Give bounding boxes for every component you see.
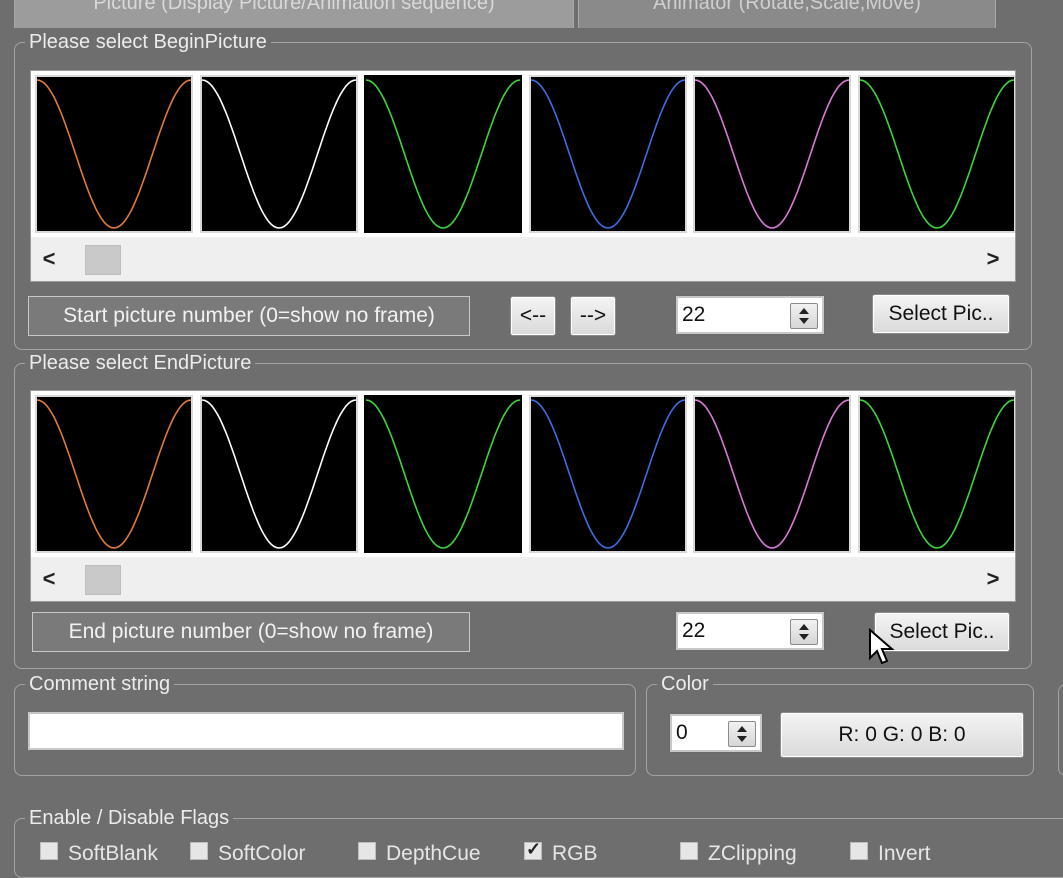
waveform-icon (366, 399, 520, 549)
picture-thumbnail[interactable] (693, 75, 851, 233)
picture-thumbnail[interactable] (364, 395, 522, 553)
begin-scrollbar[interactable]: < > (31, 237, 1015, 281)
waveform-line (530, 399, 685, 549)
color-index-value: 0 (676, 721, 688, 744)
next-picture-button[interactable]: --> (570, 296, 616, 336)
picture-thumbnail[interactable] (199, 395, 358, 553)
picture-thumbnail[interactable] (364, 75, 522, 233)
spin-arrows-icon[interactable] (790, 303, 818, 329)
flag-label: SoftBlank (68, 842, 158, 865)
start-number-stepper[interactable]: 22 (675, 295, 825, 335)
color-legend: Color (657, 672, 713, 696)
tab-animator[interactable]: Animator (Rotate,Scale,Move) (578, 0, 996, 28)
picture-thumbnail[interactable] (693, 395, 851, 553)
waveform-icon (37, 399, 191, 549)
picture-thumbnail[interactable] (35, 75, 193, 233)
waveform-line (695, 399, 849, 549)
flag-checkbox[interactable]: Invert (850, 842, 931, 865)
scroll-left-icon[interactable]: < (35, 245, 63, 273)
flag-checkbox[interactable]: RGB (524, 839, 598, 865)
comment-input[interactable] (28, 712, 624, 750)
end-picture-legend: Please select EndPicture (25, 351, 256, 375)
waveform-icon (695, 399, 849, 549)
checkbox-icon[interactable] (40, 842, 58, 860)
waveform-line (859, 399, 1014, 549)
comment-legend: Comment string (25, 672, 175, 696)
scroll-thumb[interactable] (85, 245, 121, 275)
flag-label: DepthCue (386, 842, 481, 865)
picture-thumbnail[interactable] (857, 395, 1015, 553)
begin-thumbnail-list (31, 71, 1015, 237)
begin-select-pic-button[interactable]: Select Pic.. (872, 294, 1010, 334)
waveform-icon (695, 79, 849, 229)
flag-checkbox[interactable]: SoftColor (190, 842, 306, 865)
mouse-pointer-icon (869, 628, 895, 665)
waveform-icon (530, 79, 685, 229)
rgb-color-button[interactable]: R: 0 G: 0 B: 0 (780, 712, 1024, 758)
waveform-line (37, 79, 191, 229)
start-number-value: 22 (682, 303, 706, 326)
flag-checkbox[interactable]: SoftBlank (40, 842, 158, 865)
end-number-stepper[interactable]: 22 (675, 611, 825, 651)
spin-arrows-icon[interactable] (790, 619, 818, 645)
flag-label: SoftColor (218, 842, 306, 865)
picture-thumbnail[interactable] (857, 75, 1015, 233)
waveform-icon (530, 399, 685, 549)
begin-picture-legend: Please select BeginPicture (25, 30, 271, 54)
waveform-icon (37, 79, 191, 229)
waveform-icon (859, 79, 1014, 229)
waveform-line (530, 79, 685, 229)
color-index-stepper[interactable]: 0 (669, 713, 763, 753)
end-thumbnail-list (31, 391, 1015, 557)
waveform-line (695, 79, 849, 229)
checkbox-icon[interactable] (358, 842, 376, 860)
waveform-icon (859, 399, 1014, 549)
begin-thumbnail-strip: < > (30, 70, 1016, 282)
scroll-right-icon[interactable]: > (979, 245, 1007, 273)
waveform-line (201, 399, 356, 549)
end-scrollbar[interactable]: < > (31, 557, 1015, 601)
picture-thumbnail[interactable] (199, 75, 358, 233)
scroll-right-icon[interactable]: > (979, 565, 1007, 593)
checkbox-icon[interactable] (850, 842, 868, 860)
flag-label: RGB (552, 842, 598, 865)
waveform-icon (366, 79, 520, 229)
flag-label: Invert (878, 842, 931, 865)
partial-group-edge (1058, 684, 1063, 776)
waveform-icon (201, 79, 356, 229)
waveform-icon (201, 399, 356, 549)
scroll-thumb[interactable] (85, 565, 121, 595)
flag-checkbox[interactable]: DepthCue (358, 842, 481, 865)
waveform-line (37, 399, 191, 549)
checkbox-icon[interactable] (190, 842, 208, 860)
checkbox-icon[interactable] (680, 842, 698, 860)
waveform-line (366, 79, 520, 229)
spin-arrows-icon[interactable] (728, 721, 756, 747)
picture-thumbnail[interactable] (528, 395, 687, 553)
tab-strip: Picture (Display Picture/Animation seque… (0, 0, 1063, 30)
tab-picture[interactable]: Picture (Display Picture/Animation seque… (14, 0, 574, 28)
end-number-value: 22 (682, 619, 706, 642)
flag-label: ZClipping (708, 842, 797, 865)
prev-picture-button[interactable]: <-- (510, 296, 556, 336)
start-number-label: Start picture number (0=show no frame) (28, 296, 470, 336)
checkbox-icon[interactable] (524, 839, 542, 860)
scroll-left-icon[interactable]: < (35, 565, 63, 593)
end-thumbnail-strip: < > (30, 390, 1016, 602)
flag-checkbox[interactable]: ZClipping (680, 842, 797, 865)
flags-legend: Enable / Disable Flags (25, 806, 234, 830)
waveform-line (201, 79, 356, 229)
picture-thumbnail[interactable] (35, 395, 193, 553)
waveform-line (366, 399, 520, 549)
waveform-line (859, 79, 1014, 229)
end-number-label: End picture number (0=show no frame) (32, 612, 470, 652)
picture-thumbnail[interactable] (528, 75, 687, 233)
